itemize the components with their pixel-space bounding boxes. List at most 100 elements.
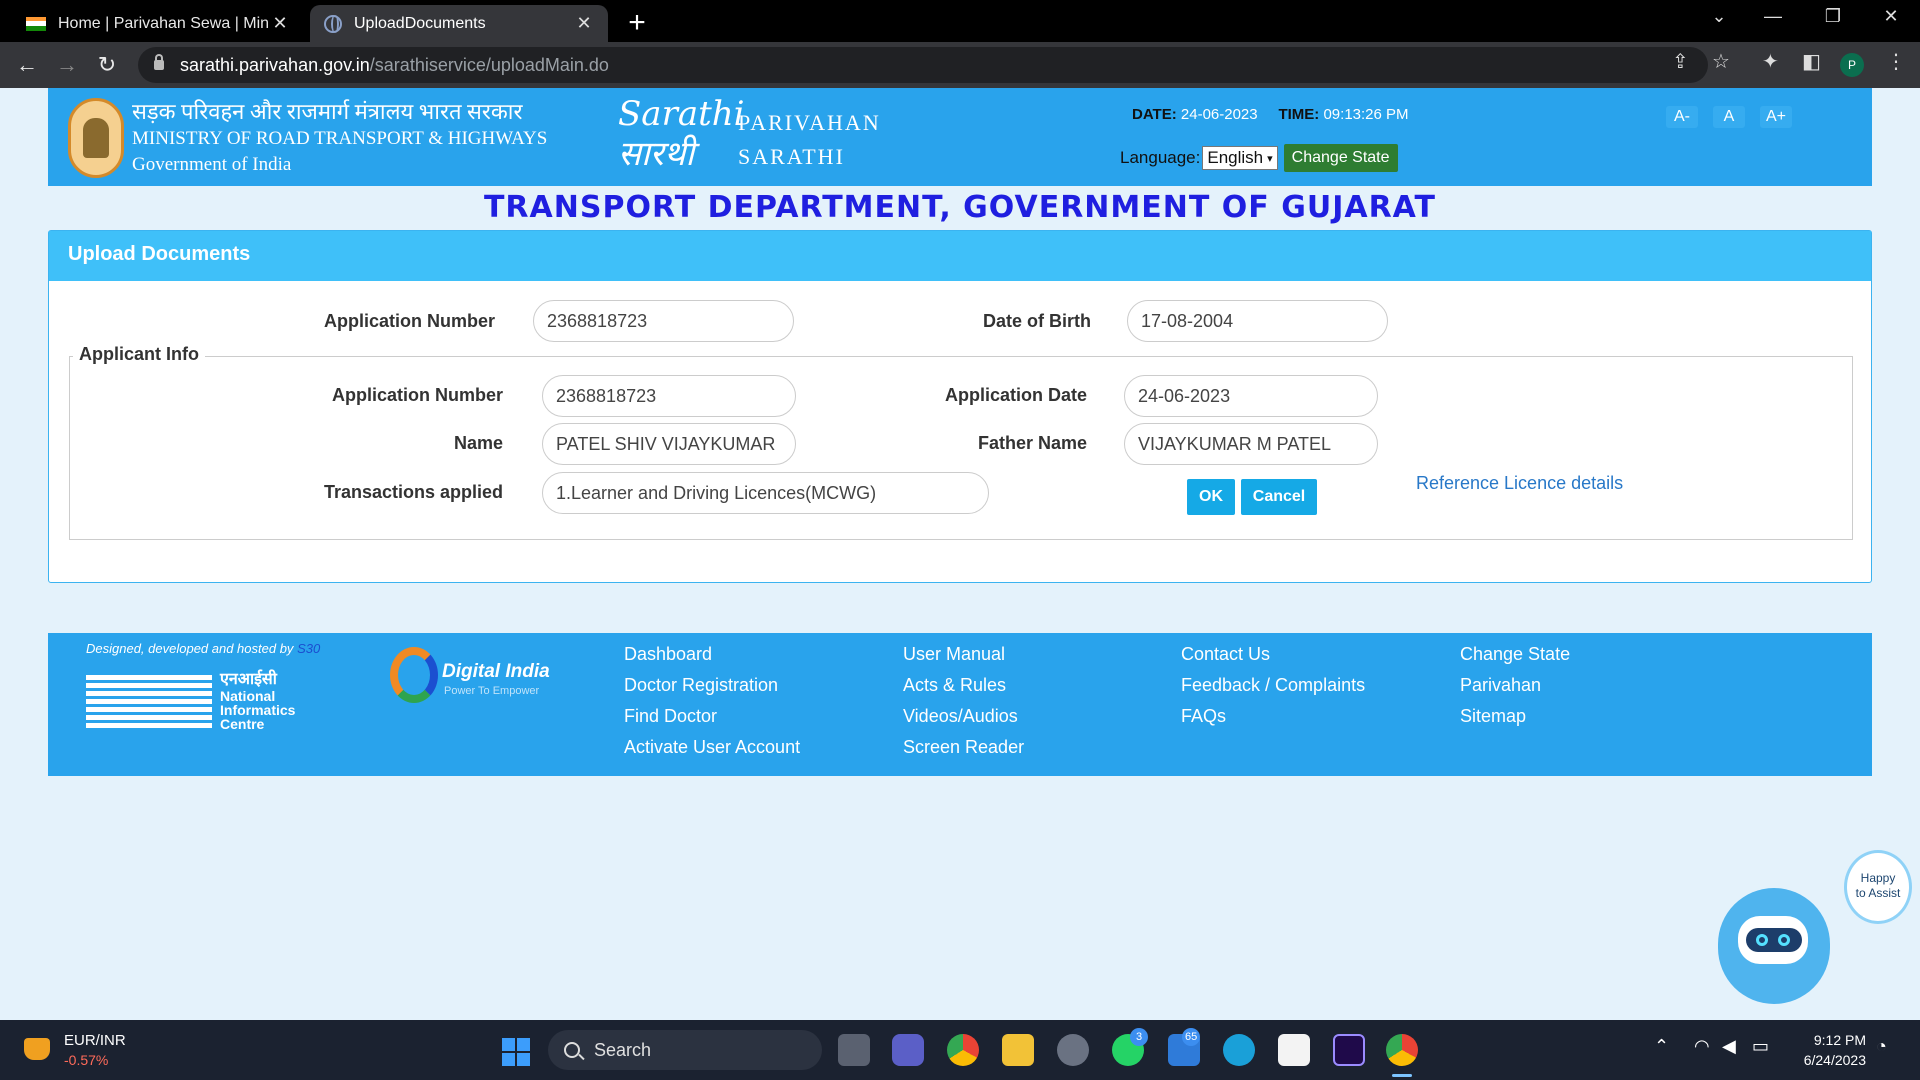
footer-link-user-manual[interactable]: User Manual: [903, 644, 1005, 665]
font-increase-button[interactable]: A+: [1760, 106, 1792, 128]
side-panel-icon[interactable]: ◧: [1802, 49, 1821, 74]
footer-link-parivahan[interactable]: Parivahan: [1460, 675, 1541, 696]
footer-link-contact-us[interactable]: Contact Us: [1181, 644, 1270, 665]
app-date-label: Application Date: [944, 385, 1087, 405]
robot-eye-icon: [1778, 934, 1790, 946]
tab-close-icon[interactable]: ✕: [574, 13, 594, 34]
settings-gear-icon[interactable]: [1057, 1034, 1089, 1066]
ok-button[interactable]: OK: [1187, 479, 1235, 515]
chatbot-widget[interactable]: Happy to Assist: [1712, 846, 1912, 1006]
footer-link-activate-user-account[interactable]: Activate User Account: [624, 737, 800, 758]
parivahan-label: PARIVAHAN: [738, 110, 881, 135]
digital-india-mark-icon: [390, 647, 438, 703]
transactions-field[interactable]: 1.Learner and Driving Licences(MCWG): [542, 472, 989, 514]
active-app-indicator: [1392, 1074, 1412, 1077]
teams-meet-icon[interactable]: [892, 1034, 924, 1066]
chrome-icon[interactable]: [947, 1034, 979, 1066]
reload-button[interactable]: ↻: [92, 52, 122, 78]
reference-licence-link[interactable]: Reference Licence details: [1416, 473, 1623, 494]
currency-widget-icon[interactable]: [24, 1038, 50, 1060]
site-footer: Designed, developed and hosted by S30 एन…: [48, 633, 1872, 776]
taskbar-search-placeholder: Search: [594, 1039, 652, 1060]
browser-menu-icon[interactable]: ⋮: [1886, 49, 1906, 74]
footer-link-faqs[interactable]: FAQs: [1181, 706, 1226, 727]
ministry-title: सड़क परिवहन और राजमार्ग मंत्रालय भारत सर…: [132, 98, 547, 178]
task-view-icon[interactable]: [838, 1034, 870, 1066]
volume-icon[interactable]: ◀: [1722, 1036, 1736, 1057]
footer-link-find-doctor[interactable]: Find Doctor: [624, 706, 717, 727]
microsoft-store-icon[interactable]: [1278, 1034, 1310, 1066]
transactions-label: Transactions applied: [323, 482, 503, 502]
sarathi-logo-latin: Sarathi: [618, 94, 745, 134]
department-title: TRANSPORT DEPARTMENT, GOVERNMENT OF GUJA…: [483, 190, 1437, 225]
profile-avatar[interactable]: P: [1840, 53, 1864, 77]
battery-icon[interactable]: ▭: [1752, 1036, 1769, 1057]
clock-date: 6/24/2023: [1803, 1052, 1866, 1068]
forward-button[interactable]: →: [52, 52, 82, 78]
app-date-field[interactable]: 24-06-2023: [1124, 375, 1378, 417]
notifications-icon[interactable]: ◔: [1876, 1036, 1887, 1057]
chrome-profile-icon[interactable]: [1386, 1034, 1418, 1066]
extensions-icon[interactable]: ✦: [1762, 49, 1779, 74]
cancel-button[interactable]: Cancel: [1241, 479, 1317, 515]
restore-button[interactable]: ❐: [1818, 6, 1848, 27]
father-name-field[interactable]: VIJAYKUMAR M PATEL: [1124, 423, 1378, 465]
browser-tab-bar: Home | Parivahan Sewa | Ministry ✕ Uploa…: [0, 0, 1920, 42]
tab-upload-documents[interactable]: UploadDocuments ✕: [310, 5, 608, 42]
footer-link-dashboard[interactable]: Dashboard: [624, 644, 712, 665]
language-select[interactable]: English ▾: [1202, 146, 1278, 170]
footer-link-sitemap[interactable]: Sitemap: [1460, 706, 1526, 727]
tab-close-icon[interactable]: ✕: [270, 13, 290, 34]
edge-icon[interactable]: [1223, 1034, 1255, 1066]
footer-link-screen-reader[interactable]: Screen Reader: [903, 737, 1024, 758]
nic-line1: National: [220, 688, 276, 704]
footer-link-change-state[interactable]: Change State: [1460, 644, 1570, 665]
ministry-english: MINISTRY OF ROAD TRANSPORT & HIGHWAYS: [132, 128, 548, 149]
url-bar[interactable]: sarathi.parivahan.gov.in/sarathiservice/…: [138, 47, 1708, 83]
robot-visor: [1746, 928, 1802, 952]
change-state-button[interactable]: Change State: [1283, 144, 1398, 172]
minimize-button[interactable]: —: [1758, 6, 1788, 27]
premiere-pro-icon[interactable]: [1333, 1034, 1365, 1066]
lock-icon[interactable]: [154, 54, 164, 70]
file-explorer-icon[interactable]: [1002, 1034, 1034, 1066]
language-row: Language: English ▾ Change State: [1120, 144, 1398, 172]
designed-by-label: Designed, developed and hosted by: [86, 641, 294, 656]
share-icon[interactable]: ⇪: [1672, 49, 1689, 74]
font-normal-button[interactable]: A: [1713, 106, 1745, 128]
fx-pair[interactable]: EUR/INR: [64, 1032, 126, 1049]
search-dob-input[interactable]: 17-08-2004: [1127, 300, 1388, 342]
search-app-number-input[interactable]: 2368818723: [533, 300, 794, 342]
wifi-icon[interactable]: ◠: [1694, 1036, 1710, 1057]
chevron-down-icon: ▾: [1267, 152, 1273, 165]
font-decrease-button[interactable]: A-: [1666, 106, 1698, 128]
tab-search-chevron-icon[interactable]: ⌄: [1704, 6, 1734, 27]
time-label: TIME:: [1278, 106, 1320, 123]
close-window-button[interactable]: ✕: [1876, 6, 1906, 27]
search-icon: [564, 1042, 580, 1058]
bubble-line1: Happy: [1860, 871, 1896, 885]
taskbar-search[interactable]: Search: [548, 1030, 822, 1070]
name-field[interactable]: PATEL SHIV VIJAYKUMAR: [542, 423, 796, 465]
footer-link-acts-rules[interactable]: Acts & Rules: [903, 675, 1006, 696]
app-number-field[interactable]: 2368818723: [542, 375, 796, 417]
footer-link-doctor-registration[interactable]: Doctor Registration: [624, 675, 778, 696]
digital-india-logo[interactable]: Digital India Power To Empower: [390, 643, 570, 707]
search-dob-label: Date of Birth: [983, 311, 1091, 331]
nic-mark-icon: [86, 675, 212, 731]
footer-link-feedback[interactable]: Feedback / Complaints: [1181, 675, 1365, 696]
bookmark-star-icon[interactable]: ☆: [1712, 49, 1730, 74]
windows-taskbar: EUR/INR -0.57% Search 3 65 ⌃ ◠ ◀ ▭ 9:12 …: [0, 1020, 1920, 1080]
new-tab-button[interactable]: +: [622, 6, 652, 40]
nic-logo[interactable]: एनआईसी National Informatics Centre: [86, 671, 300, 735]
start-button[interactable]: [502, 1038, 530, 1066]
system-clock[interactable]: 9:12 PM 6/24/2023: [1790, 1030, 1866, 1070]
tab-home-parivahan[interactable]: Home | Parivahan Sewa | Ministry ✕: [12, 5, 304, 42]
back-button[interactable]: ←: [12, 52, 42, 78]
clock-time: 9:12 PM: [1813, 1032, 1866, 1048]
name-label: Name: [453, 433, 503, 453]
footer-link-videos-audios[interactable]: Videos/Audios: [903, 706, 1018, 727]
upload-documents-panel: Upload Documents Application Number 2368…: [48, 230, 1872, 583]
parivahan-sarathi-text: PARIVAHAN SARATHI: [738, 106, 881, 174]
tray-overflow-icon[interactable]: ⌃: [1654, 1036, 1669, 1057]
